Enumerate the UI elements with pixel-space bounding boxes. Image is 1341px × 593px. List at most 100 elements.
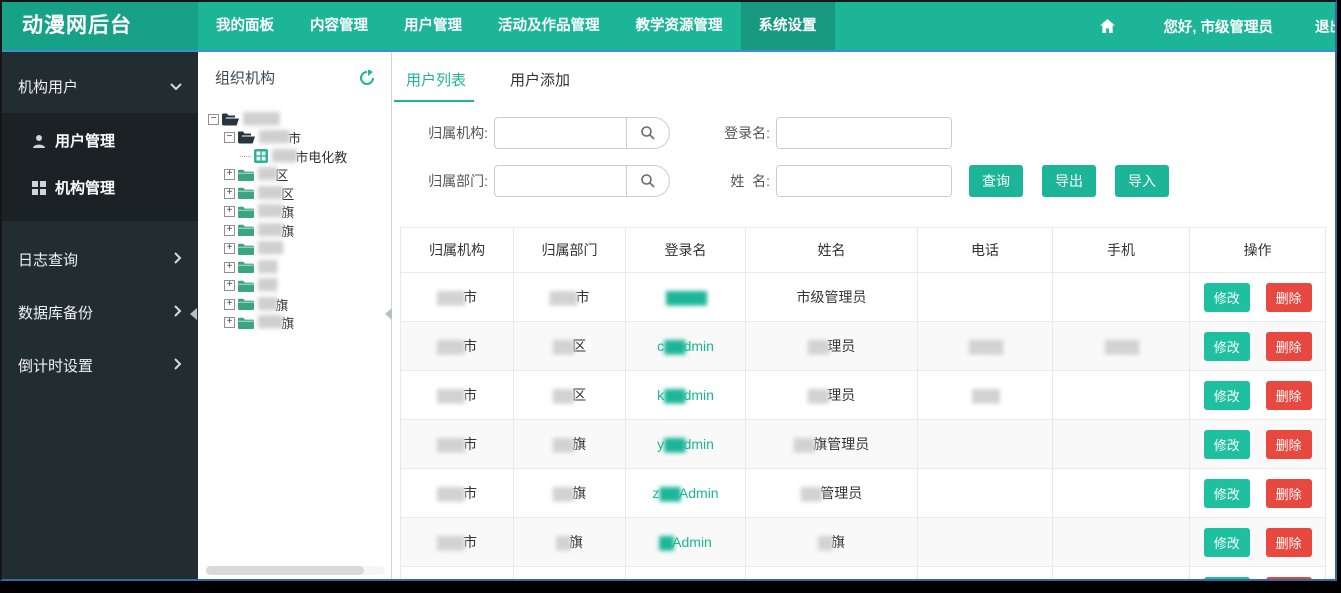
navbar-item[interactable]: 教学资源管理 [618,2,741,50]
cell-login-link[interactable]: k███dmin [626,371,746,420]
tree-toggle[interactable] [240,155,251,157]
sidebar-item-user-management[interactable]: 用户管理 [2,117,198,164]
panel-collapse-handle-left[interactable] [190,308,197,320]
delete-button[interactable]: 删除 [1266,283,1312,312]
logout-link[interactable]: 退出 [1315,16,1337,37]
cell-actions: 修改 删除 [1190,273,1326,322]
cell-login-link[interactable]: ██dmin [626,567,746,580]
tree-toggle[interactable]: + [224,317,235,328]
tree-node[interactable]: − ██████ [206,110,391,129]
brand-logo[interactable]: 动漫网后台 [2,2,198,50]
navbar-item[interactable]: 内容管理 [292,2,386,50]
sidebar-item-countdown-settings[interactable]: 倒计时设置 [2,339,198,392]
tree-toggle[interactable]: + [224,299,235,310]
table-header-row: 归属机构 归属部门 登录名 姓名 电话 手机 操作 [401,228,1326,273]
login-search-input[interactable] [776,117,952,149]
edit-button[interactable]: 修改 [1204,479,1250,508]
export-button[interactable]: 导出 [1042,165,1096,197]
table-row: █████ ██旗 ██dmin ███管理员 修改 删除 [401,567,1326,580]
tree-node[interactable]: + ███ 旗 [206,295,391,314]
sidebar-item-log-query[interactable]: 日志查询 [2,233,198,286]
tree-toggle[interactable]: + [224,243,235,254]
panel-collapse-handle-right[interactable] [385,308,392,320]
cell-login-link[interactable]: c███dmin [626,322,746,371]
cell-name: ███理员 [746,322,918,371]
tree-node-label: 区 [281,184,294,203]
import-button[interactable]: 导入 [1115,165,1169,197]
folder-icon [238,261,254,273]
refresh-icon[interactable] [359,70,375,86]
tree-toggle[interactable]: − [208,114,219,125]
dept-search-button[interactable] [627,165,670,197]
delete-button[interactable]: 删除 [1266,332,1312,361]
edit-button[interactable]: 修改 [1204,332,1250,361]
tree-node[interactable]: ████ 市电化教 [206,147,391,166]
col-header-name: 姓名 [746,228,918,273]
navbar-item[interactable]: 活动及作品管理 [480,2,618,50]
col-header-dept: 归属部门 [514,228,626,273]
cell-login-link[interactable]: ██████ [626,273,746,322]
tree-toggle[interactable]: + [224,225,235,236]
tab-user-list[interactable]: 用户列表 [400,62,476,102]
tree-toggle[interactable]: + [224,206,235,217]
delete-button[interactable]: 删除 [1266,528,1312,557]
org-search-input[interactable] [494,117,627,149]
org-search-button[interactable] [627,117,670,149]
navbar-item[interactable]: 系统设置 [741,2,835,50]
query-button[interactable]: 查询 [969,165,1023,197]
tree-toggle[interactable]: + [224,169,235,180]
edit-button[interactable]: 修改 [1204,430,1250,459]
dept-field-label: 归属部门: [400,171,488,191]
cell-dept: ███旗 [514,420,626,469]
tree-node[interactable]: − █████ 市 [206,129,391,148]
tree-node[interactable]: + ███ [206,258,391,277]
org-field-label: 归属机构: [400,123,488,143]
tree-toggle[interactable]: + [224,188,235,199]
delete-button[interactable]: 删除 [1266,381,1312,410]
tree-node[interactable]: + ████ 旗 [206,221,391,240]
col-header-org: 归属机构 [401,228,514,273]
chevron-right-icon [174,357,182,374]
edit-button[interactable]: 修改 [1204,577,1250,580]
cell-org: ████市 [401,273,514,322]
cell-org: ████市 [401,518,514,567]
home-icon[interactable] [1100,19,1115,33]
navbar-item[interactable]: 用户管理 [386,2,480,50]
delete-button[interactable]: 删除 [1266,479,1312,508]
cell-login-link[interactable]: y███dmin [626,420,746,469]
delete-button[interactable]: 删除 [1266,430,1312,459]
col-header-mobile: 手机 [1053,228,1190,273]
cell-name: ███管理员 [746,469,918,518]
tree-toggle[interactable]: + [224,280,235,291]
folder-icon [238,206,254,218]
tree-node[interactable]: + ████ [206,240,391,259]
scrollbar-thumb[interactable] [206,566,364,575]
table-row: ████市 ███区 k███dmin ███理员 ████ 修改 删除 [401,371,1326,420]
edit-button[interactable]: 修改 [1204,528,1250,557]
sidebar-item-label: 日志查询 [18,249,78,270]
navbar-item[interactable]: 我的面板 [198,2,292,50]
user-icon [32,134,46,148]
tree-node[interactable]: + ███ [206,277,391,296]
sidebar-submenu: 用户管理 机构管理 [2,113,198,221]
sidebar-item-org-users[interactable]: 机构用户 [2,60,198,113]
tree-toggle[interactable]: + [224,262,235,273]
tree-node[interactable]: + ████ 旗 [206,203,391,222]
sidebar-item-org-management[interactable]: 机构管理 [2,164,198,211]
dept-search-input[interactable] [494,165,627,197]
cell-mobile [1053,518,1190,567]
edit-button[interactable]: 修改 [1204,283,1250,312]
tree-node[interactable]: + ████ 旗 [206,314,391,333]
folder-icon [238,317,254,329]
sidebar-item-db-backup[interactable]: 数据库备份 [2,286,198,339]
cell-login-link[interactable]: ██Admin [626,518,746,567]
cell-login-link[interactable]: z███Admin [626,469,746,518]
tree-node[interactable]: + ████ 区 [206,184,391,203]
tree-node[interactable]: + ███ 区 [206,166,391,185]
delete-button[interactable]: 删除 [1266,577,1312,580]
open-folder-icon [222,113,239,126]
tree-toggle[interactable]: − [224,132,235,143]
name-search-input[interactable] [776,165,952,197]
edit-button[interactable]: 修改 [1204,381,1250,410]
tab-user-add[interactable]: 用户添加 [504,62,580,102]
